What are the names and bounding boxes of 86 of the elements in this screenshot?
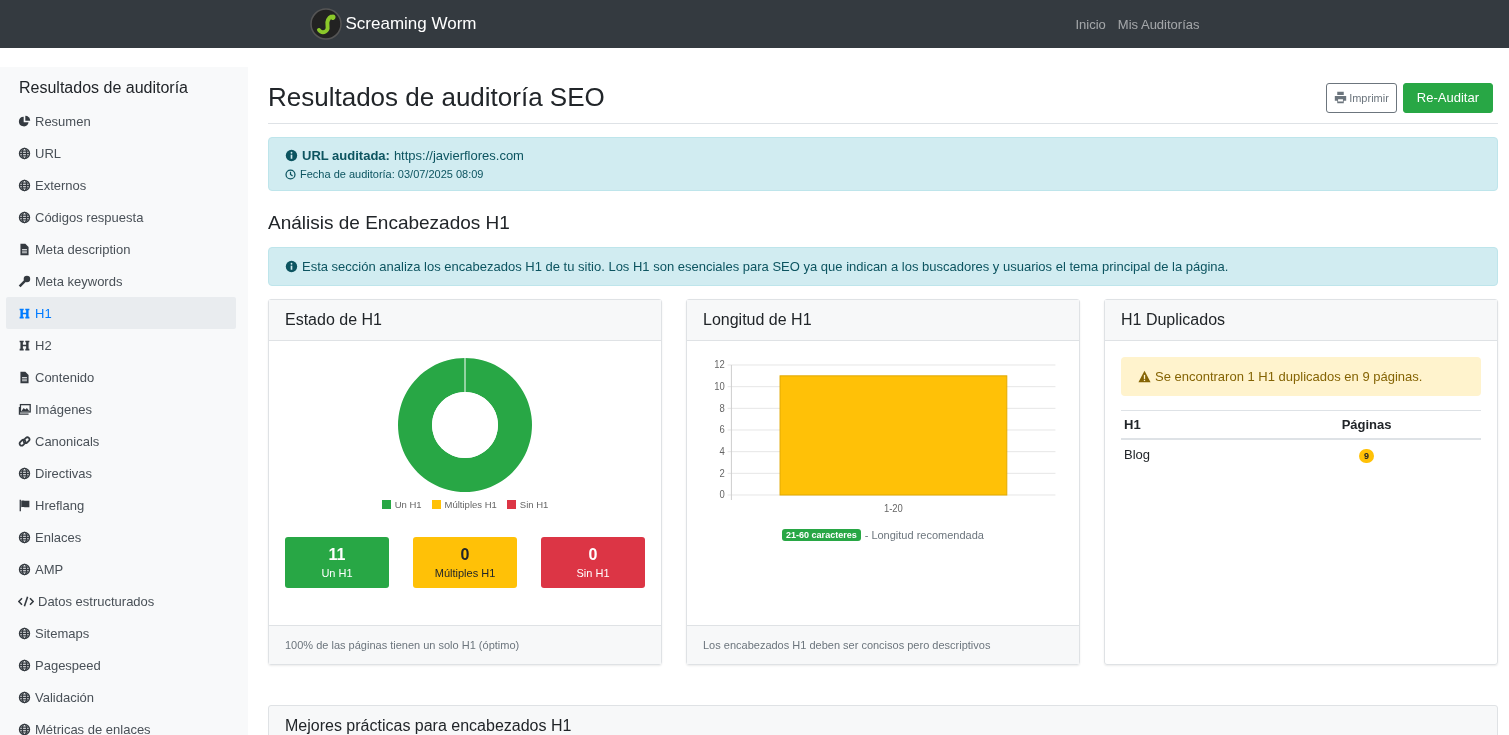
section-title: Análisis de Encabezados H1 [268, 212, 511, 234]
axis-category-label: 1-20 [883, 502, 903, 515]
warning-text: Se encontraron 1 H1 duplicados en 9 páginas. [1155, 369, 1423, 384]
sidebar-item[interactable]: AMP [6, 553, 236, 585]
globe-icon [18, 466, 31, 480]
sidebar-item[interactable]: Externos [6, 169, 236, 201]
column-header: H1 [1121, 410, 1253, 439]
table-cell: Blog [1121, 439, 1253, 469]
page-title: Resultados de auditoría SEO [268, 82, 605, 113]
key-icon [18, 274, 31, 288]
card-title: H1 Duplicados [1105, 300, 1497, 341]
sidebar-item[interactable]: Enlaces [6, 521, 236, 553]
globe-icon [18, 626, 31, 640]
globe-icon [18, 722, 31, 735]
document-icon [18, 242, 31, 256]
sidebar-item[interactable]: URL [6, 137, 236, 169]
sidebar-item[interactable]: Meta description [6, 233, 236, 265]
range-badge: 21-60 caracteres [782, 529, 861, 541]
info-icon [285, 260, 298, 273]
sidebar-item[interactable]: Códigos respuesta [6, 201, 236, 233]
globe-icon [18, 530, 31, 544]
image-icon [18, 402, 31, 416]
column-header: Páginas [1252, 410, 1481, 439]
sidebar-item[interactable]: Resumen [6, 105, 236, 137]
sidebar-item[interactable]: Contenido [6, 361, 236, 393]
sidebar-item[interactable]: H2 [6, 329, 236, 361]
nav-link[interactable]: Inicio [1075, 16, 1106, 32]
nav-link[interactable]: Mis Auditorías [1117, 16, 1200, 32]
pie-chart-icon [18, 114, 31, 128]
axis-tick-label: 4 [719, 445, 725, 458]
info-text: Esta sección analiza los encabezados H1 de tu sitio. Los H1 son esenciales para SEO ya que indican a los buscadores y usuarios el tema principal de la página. [302, 259, 1229, 274]
card-title: Estado de H1 [269, 300, 661, 341]
card-footer-text: Los encabezados H1 deben ser concisos pero descriptivos [687, 625, 1079, 664]
sidebar-item[interactable]: Validación [6, 681, 236, 713]
sidebar-item[interactable]: Datos estructurados [6, 585, 236, 617]
globe-icon [18, 178, 31, 192]
card-title: Longitud de H1 [687, 300, 1079, 341]
sidebar-item[interactable]: Sitemaps [6, 617, 236, 649]
warning-icon [1138, 370, 1151, 383]
globe-icon [18, 146, 31, 160]
clock-icon [285, 168, 296, 180]
sidebar-item[interactable]: Pagespeed [6, 649, 236, 681]
audit-date: Fecha de auditoría: 03/07/2025 08:09 [300, 168, 484, 180]
stat-label: Un H1 [321, 567, 353, 579]
printer-icon [1334, 91, 1348, 104]
stat-value: 0 [588, 546, 598, 564]
document-icon [18, 370, 31, 384]
axis-tick-label: 8 [719, 402, 725, 414]
sidebar-item[interactable]: Métricas de enlaces [6, 713, 236, 735]
legend-label: Múltiples H1 [444, 499, 497, 510]
sidebar-item[interactable]: Canonicals [6, 425, 236, 457]
sidebar-item[interactable]: Hreflang [6, 489, 236, 521]
stat-label: Múltiples H1 [434, 567, 496, 579]
stat-value: 11 [328, 546, 346, 564]
axis-tick-label: 12 [714, 359, 725, 371]
legend-label: Sin H1 [519, 499, 549, 510]
card-title: Mejores prácticas para encabezados H1 [285, 717, 572, 734]
axis-tick-label: 6 [719, 424, 725, 436]
flag-icon [18, 498, 31, 512]
axis-tick-label: 0 [719, 489, 725, 501]
audited-url: https://javierflores.com [393, 148, 524, 163]
globe-icon [18, 690, 31, 704]
globe-icon [18, 562, 31, 576]
brand-name: Screaming Worm [345, 14, 477, 34]
stat-label: Sin H1 [576, 567, 610, 579]
count-badge: 9 [1359, 449, 1375, 463]
print-button[interactable]: Imprimir [1326, 82, 1397, 113]
sidebar-item[interactable]: Imágenes [6, 393, 236, 425]
axis-tick-label: 10 [714, 380, 725, 393]
globe-icon [18, 658, 31, 672]
url-label: URL auditada: [302, 148, 390, 163]
stat-value: 0 [460, 546, 470, 564]
sidebar-item[interactable]: Directivas [6, 457, 236, 489]
globe-icon [18, 210, 31, 224]
card-footer-text: 100% de las páginas tienen un solo H1 (óptimo) [269, 625, 661, 664]
code-icon [18, 594, 34, 608]
sidebar-title: Resultados de auditoría [18, 79, 189, 98]
sidebar-item[interactable]: Meta keywords [6, 265, 236, 297]
axis-tick-label: 2 [719, 467, 725, 479]
heading-icon [18, 338, 31, 352]
link-icon [18, 434, 31, 448]
recommendation-note: - Longitud recomendada [864, 529, 984, 541]
worm-logo-icon [309, 8, 342, 40]
info-icon [285, 149, 298, 162]
heading-icon [18, 306, 31, 320]
legend-label: Un H1 [394, 499, 422, 510]
